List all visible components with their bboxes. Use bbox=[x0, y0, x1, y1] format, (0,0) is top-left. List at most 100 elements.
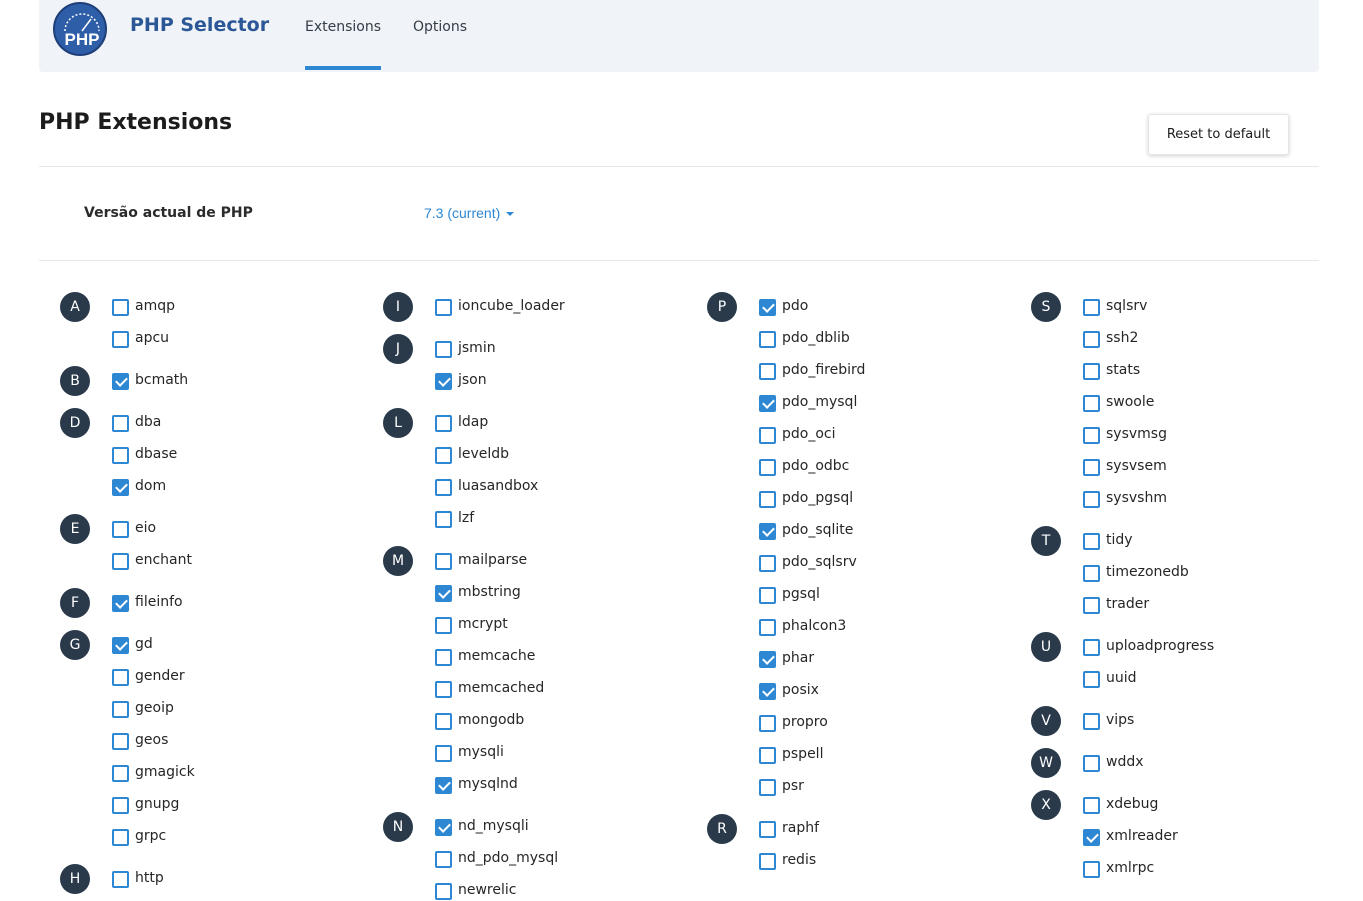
extension-label: geoip bbox=[135, 700, 174, 716]
checkbox-checked[interactable] bbox=[759, 395, 776, 412]
checkbox-unchecked[interactable] bbox=[112, 447, 129, 464]
checkbox-unchecked[interactable] bbox=[435, 299, 452, 316]
extension-label: vips bbox=[1106, 712, 1135, 728]
checkbox-unchecked[interactable] bbox=[759, 587, 776, 604]
extension-label: gender bbox=[135, 668, 185, 684]
checkbox-unchecked[interactable] bbox=[112, 415, 129, 432]
checkbox-unchecked[interactable] bbox=[435, 649, 452, 666]
extension-label: jsmin bbox=[458, 340, 496, 356]
checkbox-unchecked[interactable] bbox=[1083, 861, 1100, 878]
extension-label: pdo_sqlsrv bbox=[782, 554, 857, 570]
letter-badge: V bbox=[1031, 706, 1061, 736]
checkbox-unchecked[interactable] bbox=[112, 871, 129, 888]
extension-label: enchant bbox=[135, 552, 192, 568]
checkbox-unchecked[interactable] bbox=[759, 619, 776, 636]
checkbox-unchecked[interactable] bbox=[112, 669, 129, 686]
checkbox-unchecked[interactable] bbox=[1083, 427, 1100, 444]
checkbox-checked[interactable] bbox=[112, 373, 129, 390]
extensions-grid: Aamqp apcu Bbcmath Ddba dbase dom Eeio enchant F… bbox=[0, 0, 1363, 900]
extension-label: sqlsrv bbox=[1106, 298, 1148, 314]
letter-badge: G bbox=[60, 630, 90, 660]
checkbox-unchecked[interactable] bbox=[435, 851, 452, 868]
letter-badge: L bbox=[383, 408, 413, 438]
checkbox-unchecked[interactable] bbox=[1083, 363, 1100, 380]
checkbox-unchecked[interactable] bbox=[112, 299, 129, 316]
letter-badge: W bbox=[1031, 748, 1061, 778]
checkbox-unchecked[interactable] bbox=[759, 747, 776, 764]
checkbox-unchecked[interactable] bbox=[112, 521, 129, 538]
checkbox-unchecked[interactable] bbox=[435, 479, 452, 496]
checkbox-unchecked[interactable] bbox=[435, 415, 452, 432]
checkbox-unchecked[interactable] bbox=[1083, 639, 1100, 656]
extension-label: pdo_mysql bbox=[782, 394, 858, 410]
checkbox-unchecked[interactable] bbox=[759, 853, 776, 870]
checkbox-checked[interactable] bbox=[435, 373, 452, 390]
extension-label: propro bbox=[782, 714, 828, 730]
checkbox-unchecked[interactable] bbox=[1083, 797, 1100, 814]
checkbox-unchecked[interactable] bbox=[112, 701, 129, 718]
checkbox-unchecked[interactable] bbox=[112, 797, 129, 814]
checkbox-unchecked[interactable] bbox=[435, 553, 452, 570]
checkbox-unchecked[interactable] bbox=[1083, 299, 1100, 316]
checkbox-unchecked[interactable] bbox=[435, 447, 452, 464]
checkbox-unchecked[interactable] bbox=[1083, 713, 1100, 730]
checkbox-unchecked[interactable] bbox=[435, 617, 452, 634]
extension-label: redis bbox=[782, 852, 817, 868]
extension-label: sysvsem bbox=[1106, 458, 1167, 474]
extension-label: swoole bbox=[1106, 394, 1155, 410]
checkbox-unchecked[interactable] bbox=[1083, 533, 1100, 550]
checkbox-unchecked[interactable] bbox=[759, 459, 776, 476]
checkbox-unchecked[interactable] bbox=[435, 511, 452, 528]
checkbox-unchecked[interactable] bbox=[435, 341, 452, 358]
extension-label: dom bbox=[135, 478, 167, 494]
letter-badge: X bbox=[1031, 790, 1061, 820]
extension-label: mailparse bbox=[458, 552, 528, 568]
checkbox-unchecked[interactable] bbox=[1083, 395, 1100, 412]
checkbox-unchecked[interactable] bbox=[112, 765, 129, 782]
checkbox-unchecked[interactable] bbox=[1083, 597, 1100, 614]
checkbox-unchecked[interactable] bbox=[435, 745, 452, 762]
extension-label: gmagick bbox=[135, 764, 195, 780]
checkbox-unchecked[interactable] bbox=[112, 553, 129, 570]
checkbox-unchecked[interactable] bbox=[759, 491, 776, 508]
checkbox-unchecked[interactable] bbox=[435, 713, 452, 730]
checkbox-unchecked[interactable] bbox=[759, 363, 776, 380]
checkbox-unchecked[interactable] bbox=[435, 681, 452, 698]
extension-label: uploadprogress bbox=[1106, 638, 1215, 654]
checkbox-unchecked[interactable] bbox=[759, 427, 776, 444]
checkbox-checked[interactable] bbox=[759, 299, 776, 316]
checkbox-unchecked[interactable] bbox=[112, 829, 129, 846]
letter-badge: A bbox=[60, 292, 90, 322]
checkbox-unchecked[interactable] bbox=[1083, 565, 1100, 582]
checkbox-unchecked[interactable] bbox=[759, 779, 776, 796]
checkbox-checked[interactable] bbox=[759, 683, 776, 700]
checkbox-checked[interactable] bbox=[435, 777, 452, 794]
extension-label: tidy bbox=[1106, 532, 1133, 548]
checkbox-checked[interactable] bbox=[435, 819, 452, 836]
extension-label: pdo_pgsql bbox=[782, 490, 854, 506]
letter-badge: E bbox=[60, 514, 90, 544]
checkbox-unchecked[interactable] bbox=[1083, 671, 1100, 688]
checkbox-unchecked[interactable] bbox=[759, 555, 776, 572]
checkbox-unchecked[interactable] bbox=[1083, 459, 1100, 476]
checkbox-checked[interactable] bbox=[759, 523, 776, 540]
extension-label: pdo_sqlite bbox=[782, 522, 854, 538]
letter-badge: J bbox=[383, 334, 413, 364]
checkbox-unchecked[interactable] bbox=[759, 821, 776, 838]
checkbox-unchecked[interactable] bbox=[1083, 491, 1100, 508]
checkbox-checked[interactable] bbox=[759, 651, 776, 668]
checkbox-checked[interactable] bbox=[1083, 829, 1100, 846]
checkbox-unchecked[interactable] bbox=[1083, 331, 1100, 348]
checkbox-checked[interactable] bbox=[112, 595, 129, 612]
checkbox-unchecked[interactable] bbox=[112, 733, 129, 750]
checkbox-unchecked[interactable] bbox=[759, 715, 776, 732]
checkbox-checked[interactable] bbox=[112, 637, 129, 654]
checkbox-checked[interactable] bbox=[112, 479, 129, 496]
checkbox-unchecked[interactable] bbox=[435, 883, 452, 900]
checkbox-unchecked[interactable] bbox=[759, 331, 776, 348]
letter-badge: S bbox=[1031, 292, 1061, 322]
extension-label: memcached bbox=[458, 680, 545, 696]
checkbox-checked[interactable] bbox=[435, 585, 452, 602]
checkbox-unchecked[interactable] bbox=[1083, 755, 1100, 772]
checkbox-unchecked[interactable] bbox=[112, 331, 129, 348]
